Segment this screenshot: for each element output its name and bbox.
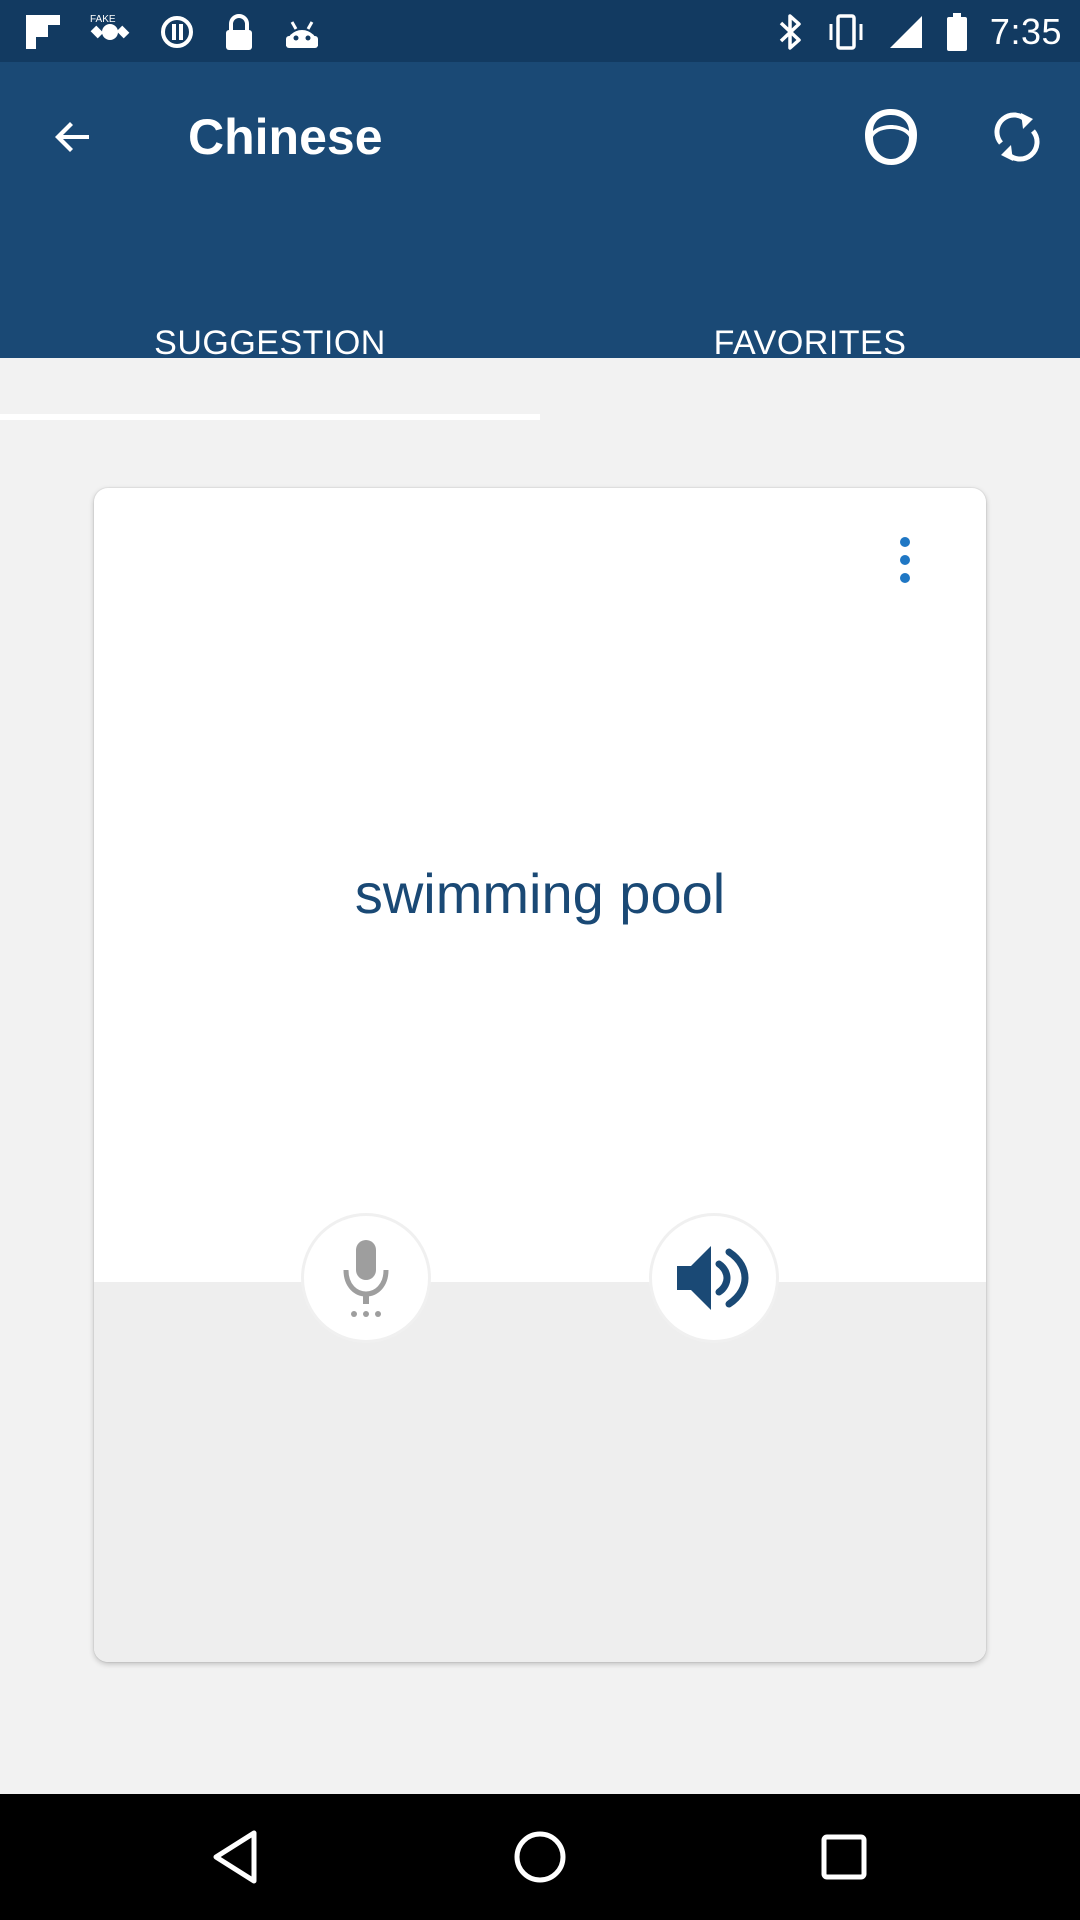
fake-gps-icon: FAKE <box>90 14 130 40</box>
nav-home-icon <box>514 1831 566 1883</box>
status-time: 7:35 <box>989 11 1062 52</box>
microphone-icon <box>343 1240 389 1317</box>
flipboard-icon <box>26 15 60 49</box>
status-bar: FAKE 7:35 <box>0 0 1080 62</box>
refresh-button[interactable] <box>972 92 1062 182</box>
status-left-icons: FAKE <box>24 10 322 54</box>
nav-back-button[interactable] <box>186 1814 286 1900</box>
nav-recent-icon <box>821 1834 867 1880</box>
vibrate-icon <box>829 14 863 50</box>
face-icon <box>865 109 917 165</box>
app-bar: Chinese SUGGESTION FAVORITES <box>0 62 1080 420</box>
tab-suggestion[interactable]: SUGGESTION <box>0 282 540 420</box>
phrase-text: swimming pool <box>354 862 726 925</box>
tab-favorites[interactable]: FAVORITES <box>540 282 1080 420</box>
speaker-icon <box>677 1246 749 1310</box>
face-button[interactable] <box>846 92 936 182</box>
tab-suggestion-label: SUGGESTION <box>154 324 386 362</box>
android-icon <box>286 21 318 48</box>
status-right-icons: 7:35 <box>778 10 1062 54</box>
battery-icon <box>946 13 967 51</box>
nav-home-button[interactable] <box>490 1814 590 1900</box>
refresh-icon <box>994 112 1040 162</box>
more-vertical-icon <box>900 555 910 565</box>
bluetooth-icon <box>779 14 801 50</box>
sync-icon <box>161 16 193 48</box>
nav-back-icon <box>213 1830 257 1884</box>
card-menu-button[interactable] <box>880 530 930 590</box>
svg-text:FAKE: FAKE <box>90 14 116 25</box>
lock-icon <box>226 14 252 50</box>
more-vertical-icon <box>900 573 910 583</box>
microphone-button[interactable] <box>304 1216 428 1340</box>
back-button[interactable] <box>28 92 118 182</box>
card-lower-panel <box>94 1282 986 1662</box>
arrow-back-icon <box>55 122 89 152</box>
more-vertical-icon <box>900 537 910 547</box>
signal-icon <box>889 16 922 48</box>
nav-recent-button[interactable] <box>794 1814 894 1900</box>
page-title: Chinese <box>188 109 383 165</box>
tab-favorites-label: FAVORITES <box>713 324 907 362</box>
tab-bar: SUGGESTION FAVORITES <box>0 282 1080 420</box>
speaker-button[interactable] <box>652 1216 776 1340</box>
system-nav-bar <box>0 1794 1080 1920</box>
phrase-card: swimming pool <box>94 488 986 1662</box>
